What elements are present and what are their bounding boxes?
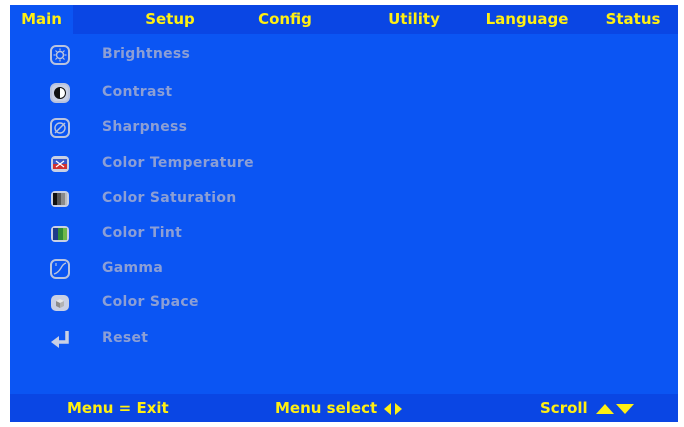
scroll-label: Scroll xyxy=(540,399,588,417)
brightness-icon xyxy=(50,45,70,65)
menu-item-gamma[interactable]: Gamma xyxy=(10,254,670,284)
gamma-icon xyxy=(50,259,70,279)
menu-item-color-tint[interactable]: Color Tint xyxy=(10,219,670,249)
menu-select-label: Menu select xyxy=(275,399,378,417)
return-arrow-icon xyxy=(51,331,69,348)
osd-menu: Main Setup Config Utility Language Statu… xyxy=(10,5,678,422)
menu-item-contrast[interactable]: Contrast xyxy=(10,78,670,108)
menu-item-sharpness[interactable]: Sharpness xyxy=(10,113,670,143)
sharpness-icon xyxy=(50,118,70,138)
tab-main[interactable]: Main xyxy=(10,5,73,34)
menu-item-label: Sharpness xyxy=(102,119,188,135)
tab-utility[interactable]: Utility xyxy=(372,5,456,34)
menu-item-label: Color Space xyxy=(102,294,199,310)
menu-item-label: Color Tint xyxy=(102,225,183,241)
menu-exit-hint: Menu = Exit xyxy=(67,399,169,417)
menu-item-color-saturation[interactable]: Color Saturation xyxy=(10,184,670,214)
color-space-icon xyxy=(51,295,69,311)
color-tint-icon xyxy=(51,226,69,242)
menu-item-label: Color Saturation xyxy=(102,190,237,206)
tab-language[interactable]: Language xyxy=(472,5,582,34)
menu-item-reset[interactable]: Reset xyxy=(10,324,670,354)
tab-setup[interactable]: Setup xyxy=(128,5,212,34)
tab-status[interactable]: Status xyxy=(588,5,678,34)
menu-item-label: Reset xyxy=(102,330,149,346)
menu-item-label: Brightness xyxy=(102,46,191,62)
color-saturation-icon xyxy=(51,191,69,207)
up-down-arrows-icon xyxy=(595,403,634,414)
tab-bar: Main Setup Config Utility Language Statu… xyxy=(10,5,678,34)
tab-config[interactable]: Config xyxy=(240,5,330,34)
menu-select-hint: Menu select xyxy=(275,399,404,417)
footer-bar: Menu = Exit Menu select Scroll xyxy=(10,394,678,422)
color-temperature-icon xyxy=(51,156,69,172)
left-right-arrows-icon xyxy=(384,402,403,415)
menu-item-color-space[interactable]: Color Space xyxy=(10,288,670,318)
menu-item-label: Color Temperature xyxy=(102,155,254,171)
menu-item-label: Gamma xyxy=(102,260,164,276)
contrast-icon xyxy=(50,83,70,103)
menu-item-color-temperature[interactable]: Color Temperature xyxy=(10,149,670,179)
scroll-hint: Scroll xyxy=(540,399,637,417)
menu-item-label: Contrast xyxy=(102,84,173,100)
menu-item-brightness[interactable]: Brightness xyxy=(10,40,670,70)
